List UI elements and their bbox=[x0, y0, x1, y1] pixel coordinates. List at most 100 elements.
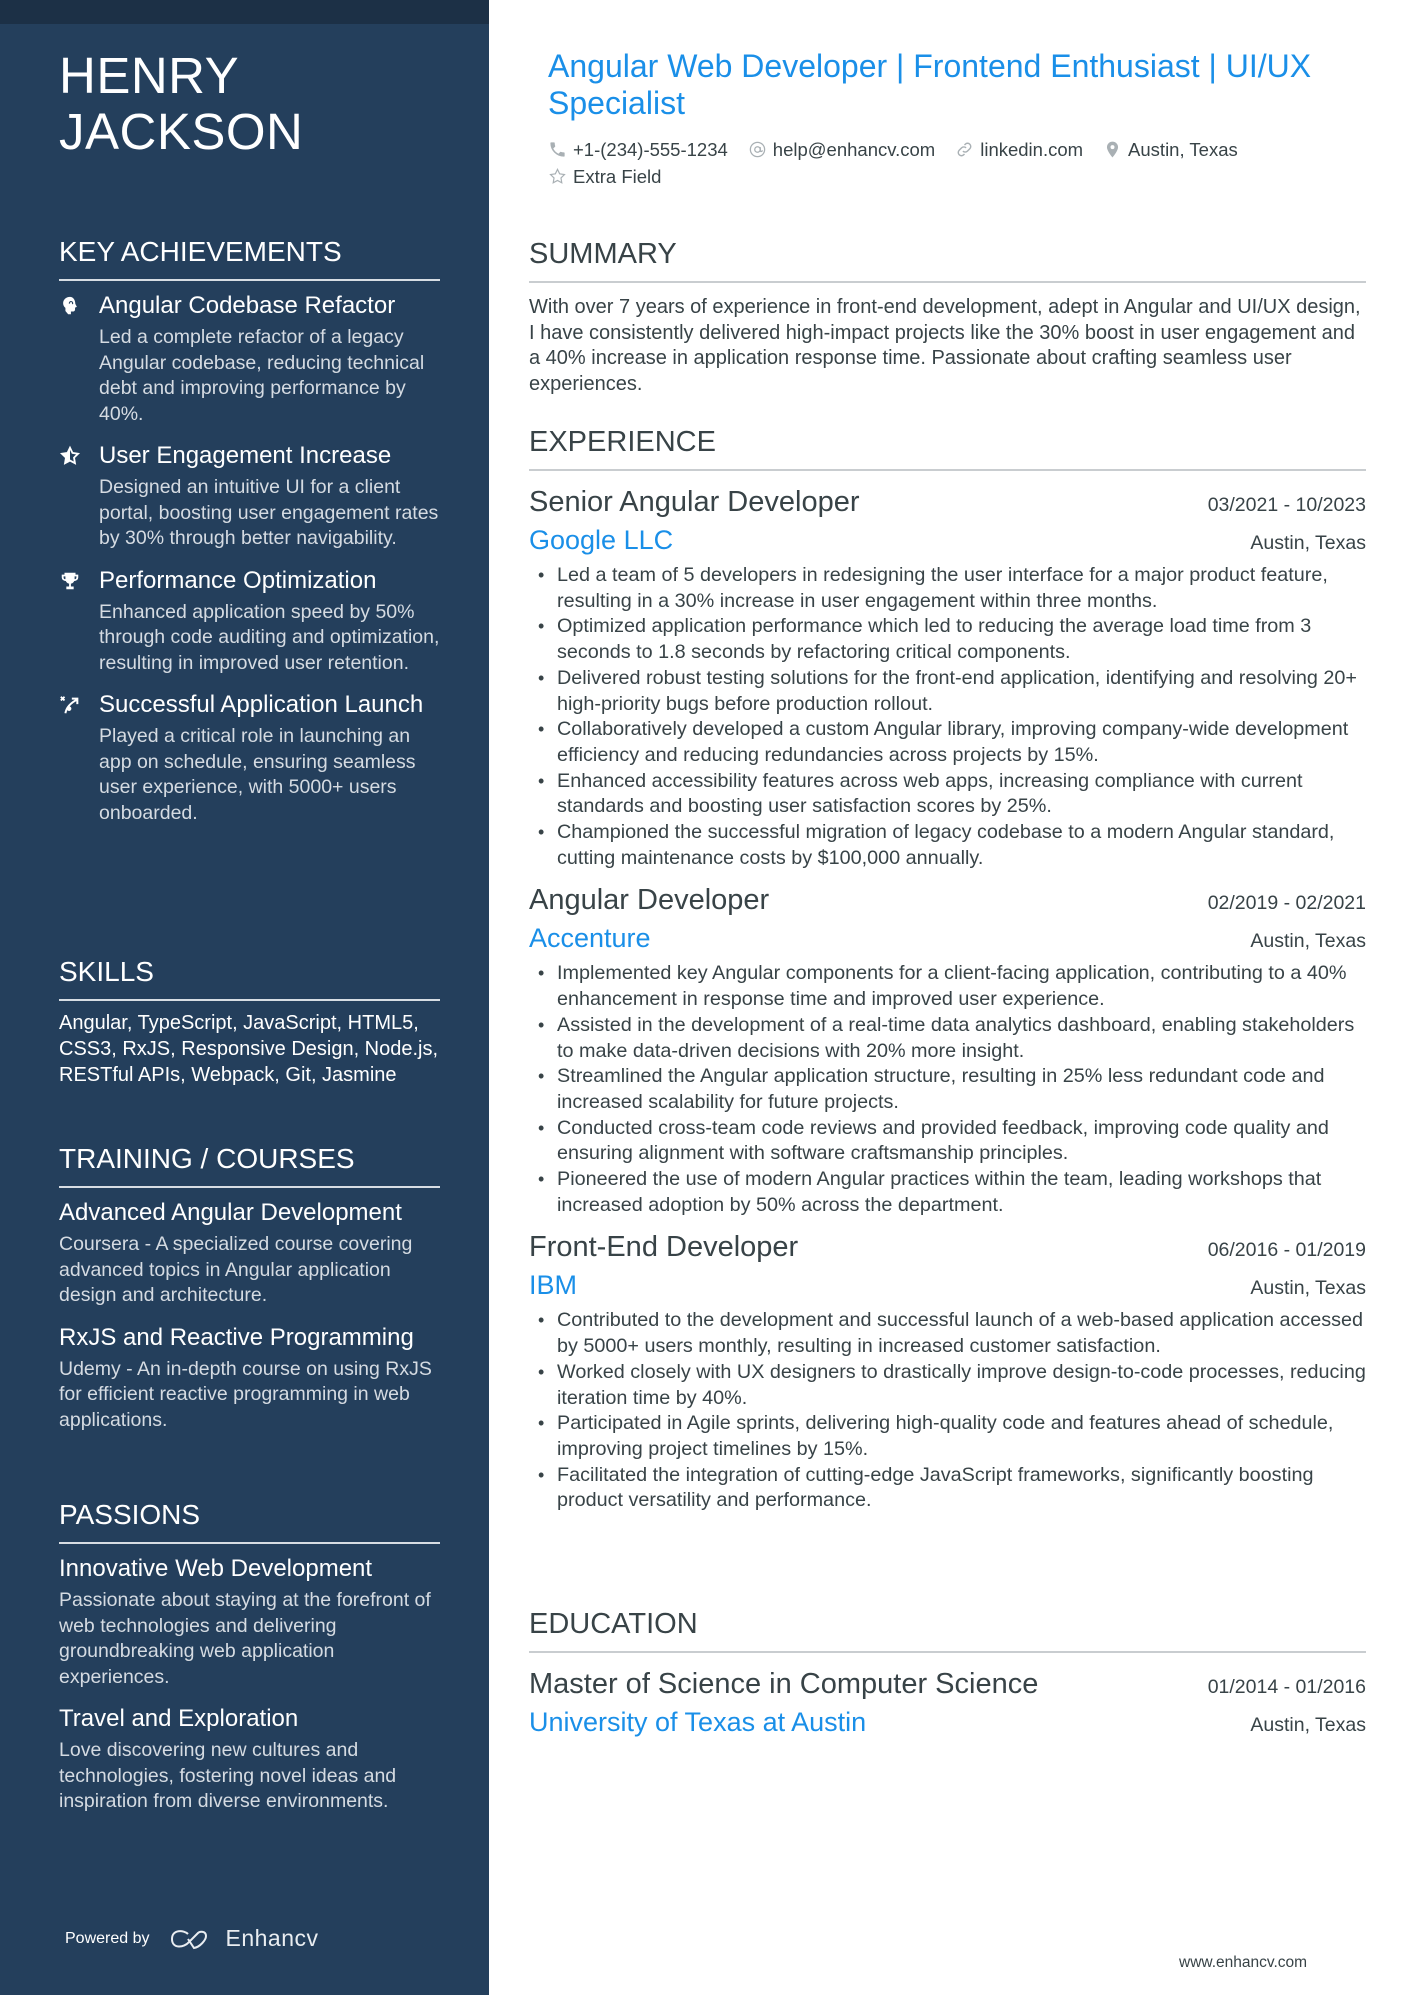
passion-description: Love discovering new cultures and techno… bbox=[59, 1739, 397, 1812]
job-location: Austin, Texas bbox=[1250, 1277, 1366, 1300]
achievement-item: User Engagement Increase Designed an int… bbox=[59, 441, 440, 552]
star-outline-icon bbox=[549, 168, 566, 184]
course-title: RxJS and Reactive Programming bbox=[59, 1323, 414, 1351]
achievement-title: User Engagement Increase bbox=[99, 442, 392, 469]
achievement-item: Successful Application Launch Played a c… bbox=[59, 690, 440, 826]
job-location: Austin, Texas bbox=[1250, 930, 1366, 953]
passion-item: Innovative Web Development Passionate ab… bbox=[59, 1554, 440, 1690]
linkedin-text: linkedin.com bbox=[980, 139, 1084, 160]
powered-by: Powered by Enhancv bbox=[65, 1925, 319, 1952]
course-description: Coursera - A specialized course covering… bbox=[59, 1233, 413, 1306]
contact-extra: Extra Field bbox=[548, 163, 661, 190]
course-description: Udemy - An in-depth course on using RxJS… bbox=[59, 1357, 432, 1431]
achievement-description: Enhanced application speed by 50% throug… bbox=[99, 600, 440, 674]
job-dates: 06/2016 - 01/2019 bbox=[1207, 1239, 1366, 1262]
contact-info: +1-(234)-555-1234 help@enhancv.com linke… bbox=[548, 136, 1368, 190]
job-entry: Front-End Developer 06/2016 - 01/2019 IBM A… bbox=[529, 1228, 1366, 1514]
course-item: Advanced Angular Development Coursera - … bbox=[59, 1198, 440, 1309]
skills-list: Angular, TypeScript, JavaScript, HTML5, … bbox=[59, 1012, 439, 1086]
job-dates: 02/2019 - 02/2021 bbox=[1207, 892, 1366, 915]
education-section: EDUCATION Master of Science in Computer … bbox=[529, 1607, 1366, 1751]
course-title: Advanced Angular Development bbox=[59, 1199, 402, 1226]
job-bullet: Contributed to the development and succe… bbox=[529, 1308, 1366, 1359]
job-bullet: Streamlined the Angular application stru… bbox=[529, 1064, 1366, 1115]
job-company[interactable]: Accenture bbox=[529, 919, 651, 957]
job-bullet: Assisted in the development of a real-ti… bbox=[529, 1013, 1366, 1064]
job-bullets: Contributed to the development and succe… bbox=[529, 1308, 1366, 1514]
location-text: Austin, Texas bbox=[1128, 139, 1238, 160]
achievement-item: Angular Codebase Refactor Led a complete… bbox=[59, 291, 440, 427]
enhancv-logo[interactable]: Enhancv bbox=[168, 1925, 319, 1952]
education-dates: 01/2014 - 01/2016 bbox=[1207, 1676, 1366, 1698]
summary-heading: SUMMARY bbox=[529, 237, 1366, 283]
job-bullet: Championed the successful migration of l… bbox=[529, 820, 1366, 871]
job-bullet: Facilitated the integration of cutting-e… bbox=[529, 1463, 1366, 1514]
job-bullet: Optimized application performance which … bbox=[529, 614, 1366, 665]
sidebar: HENRY JACKSON KEY ACHIEVEMENTS Angular C… bbox=[0, 0, 489, 1995]
contact-linkedin[interactable]: linkedin.com bbox=[955, 136, 1083, 163]
job-bullet: Delivered robust testing solutions for t… bbox=[529, 666, 1366, 717]
contact-email[interactable]: help@enhancv.com bbox=[748, 136, 935, 163]
achievement-description: Led a complete refactor of a legacy Angu… bbox=[99, 326, 425, 425]
skills-heading: SKILLS bbox=[59, 955, 440, 1001]
contact-phone[interactable]: +1-(234)-555-1234 bbox=[548, 136, 728, 163]
achievement-title: Angular Codebase Refactor bbox=[99, 292, 396, 319]
at-icon bbox=[749, 141, 766, 158]
headline: Angular Web Developer | Frontend Enthusi… bbox=[548, 48, 1312, 121]
achievement-title: Successful Application Launch bbox=[99, 691, 424, 718]
footer-url[interactable]: www.enhancv.com bbox=[1179, 1954, 1307, 1972]
passions-section: PASSIONS Innovative Web Development Pass… bbox=[59, 1498, 440, 1829]
job-bullet: Implemented key Angular components for a… bbox=[529, 961, 1366, 1012]
job-location: Austin, Texas bbox=[1250, 532, 1366, 554]
passion-description: Passionate about staying at the forefron… bbox=[59, 1589, 431, 1688]
job-bullets: Led a team of 5 developers in redesignin… bbox=[529, 563, 1366, 871]
education-item: Master of Science in Computer Science 01… bbox=[529, 1665, 1366, 1741]
job-bullet: Worked closely with UX designers to dras… bbox=[529, 1360, 1366, 1411]
enhancv-infinity-icon bbox=[170, 1929, 207, 1949]
experience-section: EXPERIENCE Senior Angular Developer 03/20… bbox=[529, 425, 1366, 1524]
contact-location: Austin, Texas bbox=[1103, 136, 1238, 163]
trophy-icon bbox=[61, 572, 79, 589]
course-item: RxJS and Reactive Programming Udemy - An… bbox=[59, 1323, 440, 1434]
skills-section: SKILLS Angular, TypeScript, JavaScript, … bbox=[59, 955, 440, 1088]
job-bullet: Pioneered the use of modern Angular prac… bbox=[529, 1167, 1366, 1218]
candidate-name: HENRY JACKSON bbox=[59, 48, 303, 160]
job-company[interactable]: Google LLC bbox=[529, 521, 673, 559]
job-bullet: Collaboratively developed a custom Angul… bbox=[529, 717, 1366, 768]
education-heading: EDUCATION bbox=[529, 1607, 1366, 1653]
phone-icon bbox=[550, 142, 565, 157]
job-company[interactable]: IBM bbox=[529, 1266, 577, 1304]
phone-text: +1-(234)-555-1234 bbox=[573, 139, 728, 160]
achievements-section: KEY ACHIEVEMENTS Angular Codebase Refact… bbox=[59, 235, 440, 840]
achievement-description: Designed an intuitive UI for a client po… bbox=[99, 476, 439, 549]
job-bullet: Enhanced accessibility features across w… bbox=[529, 769, 1366, 820]
experience-heading: EXPERIENCE bbox=[529, 425, 1366, 471]
achievement-item: Performance Optimization Enhanced applic… bbox=[59, 566, 440, 677]
training-section: TRAINING / COURSES Advanced Angular Deve… bbox=[59, 1142, 440, 1447]
job-dates: 03/2021 - 10/2023 bbox=[1207, 494, 1366, 516]
job-entry: Senior Angular Developer 03/2021 - 10/202… bbox=[529, 483, 1366, 871]
last-name: JACKSON bbox=[59, 103, 304, 160]
powered-by-label: Powered by bbox=[65, 1929, 150, 1947]
route-launch-icon bbox=[60, 696, 79, 714]
school-name[interactable]: University of Texas at Austin bbox=[529, 1703, 866, 1741]
job-role: Senior Angular Developer bbox=[529, 486, 860, 518]
extra-field-text: Extra Field bbox=[573, 166, 662, 187]
summary-text: With over 7 years of experience in front… bbox=[529, 296, 1361, 396]
job-bullet: Participated in Agile sprints, deliverin… bbox=[529, 1411, 1366, 1462]
job-entry: Angular Developer 02/2019 - 02/2021 Accent… bbox=[529, 881, 1366, 1218]
achievement-description: Played a critical role in launching an a… bbox=[99, 725, 416, 824]
job-list: Senior Angular Developer 03/2021 - 10/202… bbox=[529, 483, 1366, 1514]
job-role: Front-End Developer bbox=[529, 1231, 799, 1264]
location-pin-icon bbox=[1107, 141, 1119, 158]
training-heading: TRAINING / COURSES bbox=[59, 1142, 440, 1188]
passion-title: Innovative Web Development bbox=[59, 1555, 373, 1582]
sidebar-top-band bbox=[0, 0, 489, 24]
first-name: HENRY bbox=[59, 47, 240, 104]
degree: Master of Science in Computer Science bbox=[529, 1668, 1039, 1700]
education-location: Austin, Texas bbox=[1250, 1714, 1366, 1736]
link-icon bbox=[957, 142, 972, 157]
job-bullet: Conducted cross-team code reviews and pr… bbox=[529, 1116, 1366, 1167]
achievement-title: Performance Optimization bbox=[99, 566, 377, 594]
achievements-heading: KEY ACHIEVEMENTS bbox=[59, 235, 440, 281]
